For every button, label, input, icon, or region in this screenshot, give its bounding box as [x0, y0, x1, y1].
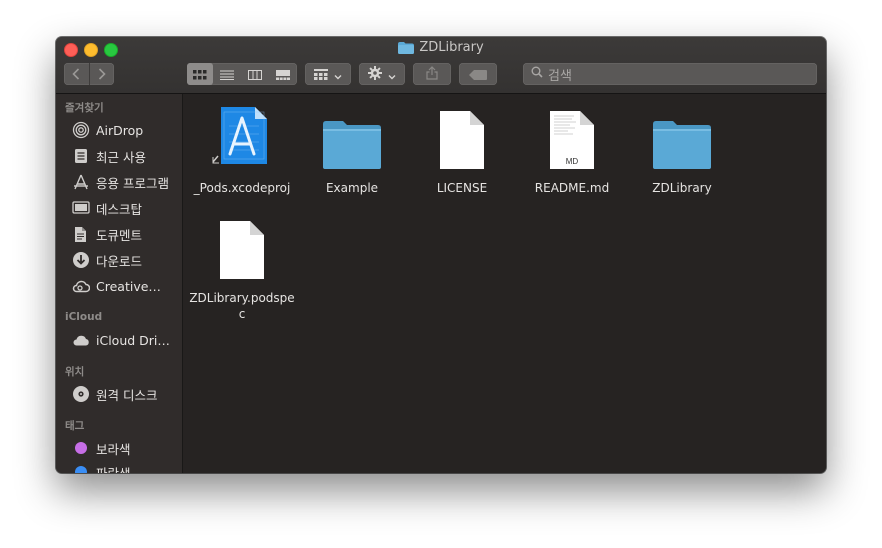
recents-icon	[72, 147, 90, 165]
markdown-file-icon: MD	[536, 102, 608, 170]
sidebar-section-tags: 태그	[65, 420, 85, 432]
sidebar-item-desktop[interactable]: 데스크탑	[72, 197, 142, 219]
chevron-down-icon	[334, 65, 342, 84]
gallery-icon	[276, 65, 290, 84]
share-icon	[426, 65, 438, 84]
gear-icon	[368, 65, 382, 84]
search-placeholder: 검색	[548, 68, 572, 84]
sidebar-item-creative-cloud[interactable]: Creative…	[72, 275, 161, 297]
file-item[interactable]: ZDLibrary.podspec	[187, 212, 297, 322]
desktop-icon	[72, 199, 90, 217]
file-item[interactable]: LICENSE	[407, 102, 517, 196]
grid-icon	[193, 65, 207, 84]
file-name: LICENSE	[436, 181, 488, 195]
sidebar-item-label: Creative…	[96, 278, 161, 294]
list-view-button[interactable]	[213, 63, 241, 85]
columns-icon	[248, 65, 262, 84]
downloads-icon	[72, 251, 90, 269]
cloud-icon	[72, 331, 90, 349]
sidebar-item-label: AirDrop	[96, 122, 144, 138]
back-button[interactable]	[64, 63, 90, 85]
blue-tag-dot-icon	[75, 466, 87, 473]
sidebar-section-favorites: 즐겨찾기	[65, 102, 104, 114]
file-name: README.md	[534, 181, 610, 195]
file-name: ZDLibrary.podspec	[189, 291, 295, 321]
search-field[interactable]: 검색	[523, 63, 817, 85]
file-type-badge: MD	[565, 157, 579, 166]
documents-icon	[72, 225, 90, 243]
sidebar-item-label: 도큐멘트	[96, 227, 143, 243]
sidebar-item-label: 최근 사용	[96, 149, 146, 165]
view-mode-control	[187, 63, 297, 85]
folder-icon	[316, 102, 388, 170]
file-item[interactable]: MD README.md	[517, 102, 627, 196]
sidebar-item-label: 원격 디스크	[96, 387, 158, 403]
edit-tags-button[interactable]	[459, 63, 497, 85]
navigation-buttons	[64, 63, 114, 85]
sidebar-item-applications[interactable]: 응용 프로그램	[72, 171, 169, 193]
sidebar-item-remote-disc[interactable]: 원격 디스크	[72, 383, 157, 405]
sidebar-item-label: 다운로드	[96, 253, 143, 269]
remote-disc-icon	[72, 385, 90, 403]
window-title-text: ZDLibrary	[419, 40, 484, 55]
chevron-right-icon	[98, 65, 106, 84]
sidebar-item-downloads[interactable]: 다운로드	[72, 249, 142, 271]
creative-cloud-icon	[72, 277, 90, 295]
purple-tag-dot-icon	[75, 442, 87, 454]
chevron-left-icon	[72, 65, 80, 84]
folder-icon	[646, 102, 718, 170]
sidebar-item-icloud-drive[interactable]: iCloud Dri…	[72, 329, 170, 351]
action-menu-button[interactable]	[359, 63, 405, 85]
file-item[interactable]: Example	[297, 102, 407, 196]
sidebar-section-locations: 위치	[65, 366, 85, 378]
forward-button[interactable]	[90, 63, 115, 85]
xcodeproj-icon	[206, 102, 278, 170]
airdrop-icon	[72, 121, 90, 139]
sidebar-item-tag-purple[interactable]: 보라색	[72, 437, 131, 459]
file-item[interactable]: ZDLibrary	[627, 102, 737, 196]
file-browser: _Pods.xcodeproj Example LICENSE MD READM…	[183, 94, 826, 473]
icon-view-button[interactable]	[187, 63, 213, 85]
sidebar-item-label: 파란색	[96, 465, 131, 474]
file-name: Example	[325, 181, 379, 195]
chevron-down-icon	[388, 65, 396, 84]
window-title: ZDLibrary	[56, 40, 826, 55]
document-icon	[206, 212, 278, 280]
sidebar-item-tag-blue[interactable]: 파란색	[72, 461, 131, 473]
sidebar-item-label: 응용 프로그램	[96, 175, 169, 191]
column-view-button[interactable]	[241, 63, 269, 85]
group-by-button[interactable]	[305, 63, 351, 85]
folder-icon	[398, 41, 415, 54]
group-grid-icon	[314, 65, 328, 84]
sidebar-section-icloud: iCloud	[65, 311, 103, 323]
sidebar-item-recents[interactable]: 최근 사용	[72, 145, 146, 167]
sidebar-item-airdrop[interactable]: AirDrop	[72, 119, 143, 141]
search-icon	[531, 66, 543, 82]
sidebar-item-label: 데스크탑	[96, 201, 143, 217]
sidebar-item-label: iCloud Dri…	[96, 332, 170, 348]
list-icon	[220, 65, 234, 84]
file-name: ZDLibrary	[652, 181, 712, 195]
share-button[interactable]	[413, 63, 451, 85]
tag-icon	[469, 65, 487, 84]
toolbar: ZDLibrary 검색	[56, 37, 826, 94]
file-name: _Pods.xcodeproj	[193, 181, 291, 195]
sidebar: 즐겨찾기 AirDrop 최근 사용 응용 프로그램 데스크탑 도큐멘트 다운로…	[56, 94, 183, 473]
file-item[interactable]: _Pods.xcodeproj	[187, 102, 297, 196]
finder-window: ZDLibrary 검색 즐겨찾기 AirDrop 최근 사용 응용 프로그램 …	[56, 37, 826, 473]
document-icon	[426, 102, 498, 170]
applications-icon	[72, 173, 90, 191]
sidebar-item-label: 보라색	[96, 441, 131, 457]
gallery-view-button[interactable]	[269, 63, 297, 85]
sidebar-item-documents[interactable]: 도큐멘트	[72, 223, 142, 245]
